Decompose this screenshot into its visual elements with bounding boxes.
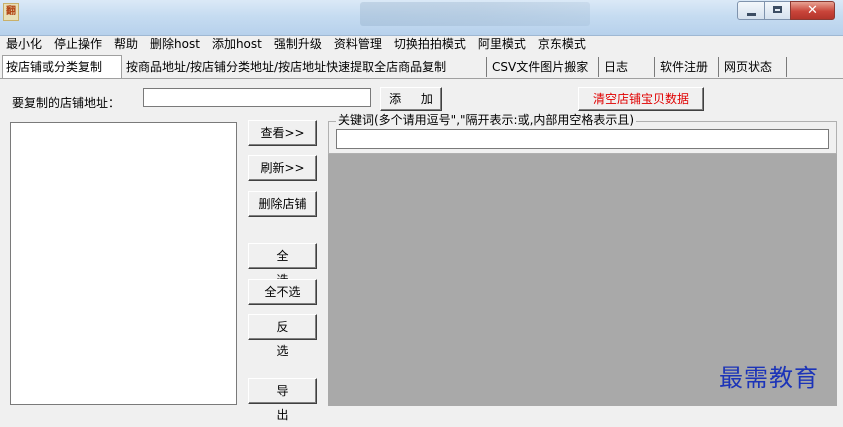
tab-strip: 按店铺或分类复制 按商品地址/按店铺分类地址/按店地址快速提取全店商品复制 CS…	[0, 55, 843, 79]
tab-copy-by-product-url[interactable]: 按商品地址/按店铺分类地址/按店地址快速提取全店商品复制	[123, 57, 487, 77]
clear-shop-items-button[interactable]: 清空店铺宝贝数据	[578, 87, 704, 111]
keyword-legend: 关键词(多个请用逗号","隔开表示:或,内部用空格表示且)	[336, 113, 637, 127]
keyword-input[interactable]	[336, 129, 829, 149]
maximize-button[interactable]	[764, 1, 791, 20]
tab-log[interactable]: 日志	[601, 57, 655, 77]
menu-stop[interactable]: 停止操作	[48, 35, 108, 53]
menu-delete-host[interactable]: 删除host	[144, 35, 206, 53]
tab-copy-by-shop[interactable]: 按店铺或分类复制	[2, 55, 122, 78]
watermark-text: 最需教育	[719, 364, 819, 392]
close-button[interactable]: ✕	[790, 1, 835, 20]
add-button[interactable]: 添 加	[380, 87, 442, 111]
menu-jd-mode[interactable]: 京东模式	[532, 35, 592, 53]
select-all-button[interactable]: 全 选	[248, 243, 317, 287]
refresh-button[interactable]: 刷新>>	[248, 155, 317, 181]
shop-address-label: 要复制的店铺地址：	[12, 96, 121, 110]
menu-help[interactable]: 帮助	[108, 35, 144, 53]
tab-csv-image-move[interactable]: CSV文件图片搬家	[489, 57, 599, 77]
menu-switch-paipai[interactable]: 切换拍拍模式	[388, 35, 472, 53]
menu-force-upgrade[interactable]: 强制升级	[268, 35, 328, 53]
menu-ali-mode[interactable]: 阿里模式	[472, 35, 532, 53]
tab-software-register[interactable]: 软件注册	[657, 57, 719, 77]
export-button[interactable]: 导 出	[248, 378, 317, 422]
menu-add-host[interactable]: 添加host	[206, 35, 268, 53]
tab-page-status[interactable]: 网页状态	[721, 57, 787, 77]
delete-shop-button[interactable]: 删除店铺	[248, 191, 317, 217]
title-text-blurred	[360, 2, 590, 26]
select-none-button[interactable]: 全不选	[248, 279, 317, 305]
menu-minimize[interactable]: 最小化	[0, 35, 48, 53]
shop-list[interactable]	[10, 122, 237, 405]
close-icon: ✕	[807, 3, 818, 18]
menu-bar: 最小化 停止操作 帮助 删除host 添加host 强制升级 资料管理 切换拍拍…	[0, 35, 592, 53]
title-bar: 翻 ✕	[0, 0, 843, 36]
shop-address-input[interactable]	[143, 88, 371, 107]
menu-data-management[interactable]: 资料管理	[328, 35, 388, 53]
view-button[interactable]: 查看>>	[248, 120, 317, 146]
app-icon: 翻	[3, 3, 19, 21]
minimize-button[interactable]	[737, 1, 765, 20]
invert-selection-button[interactable]: 反 选	[248, 314, 317, 358]
